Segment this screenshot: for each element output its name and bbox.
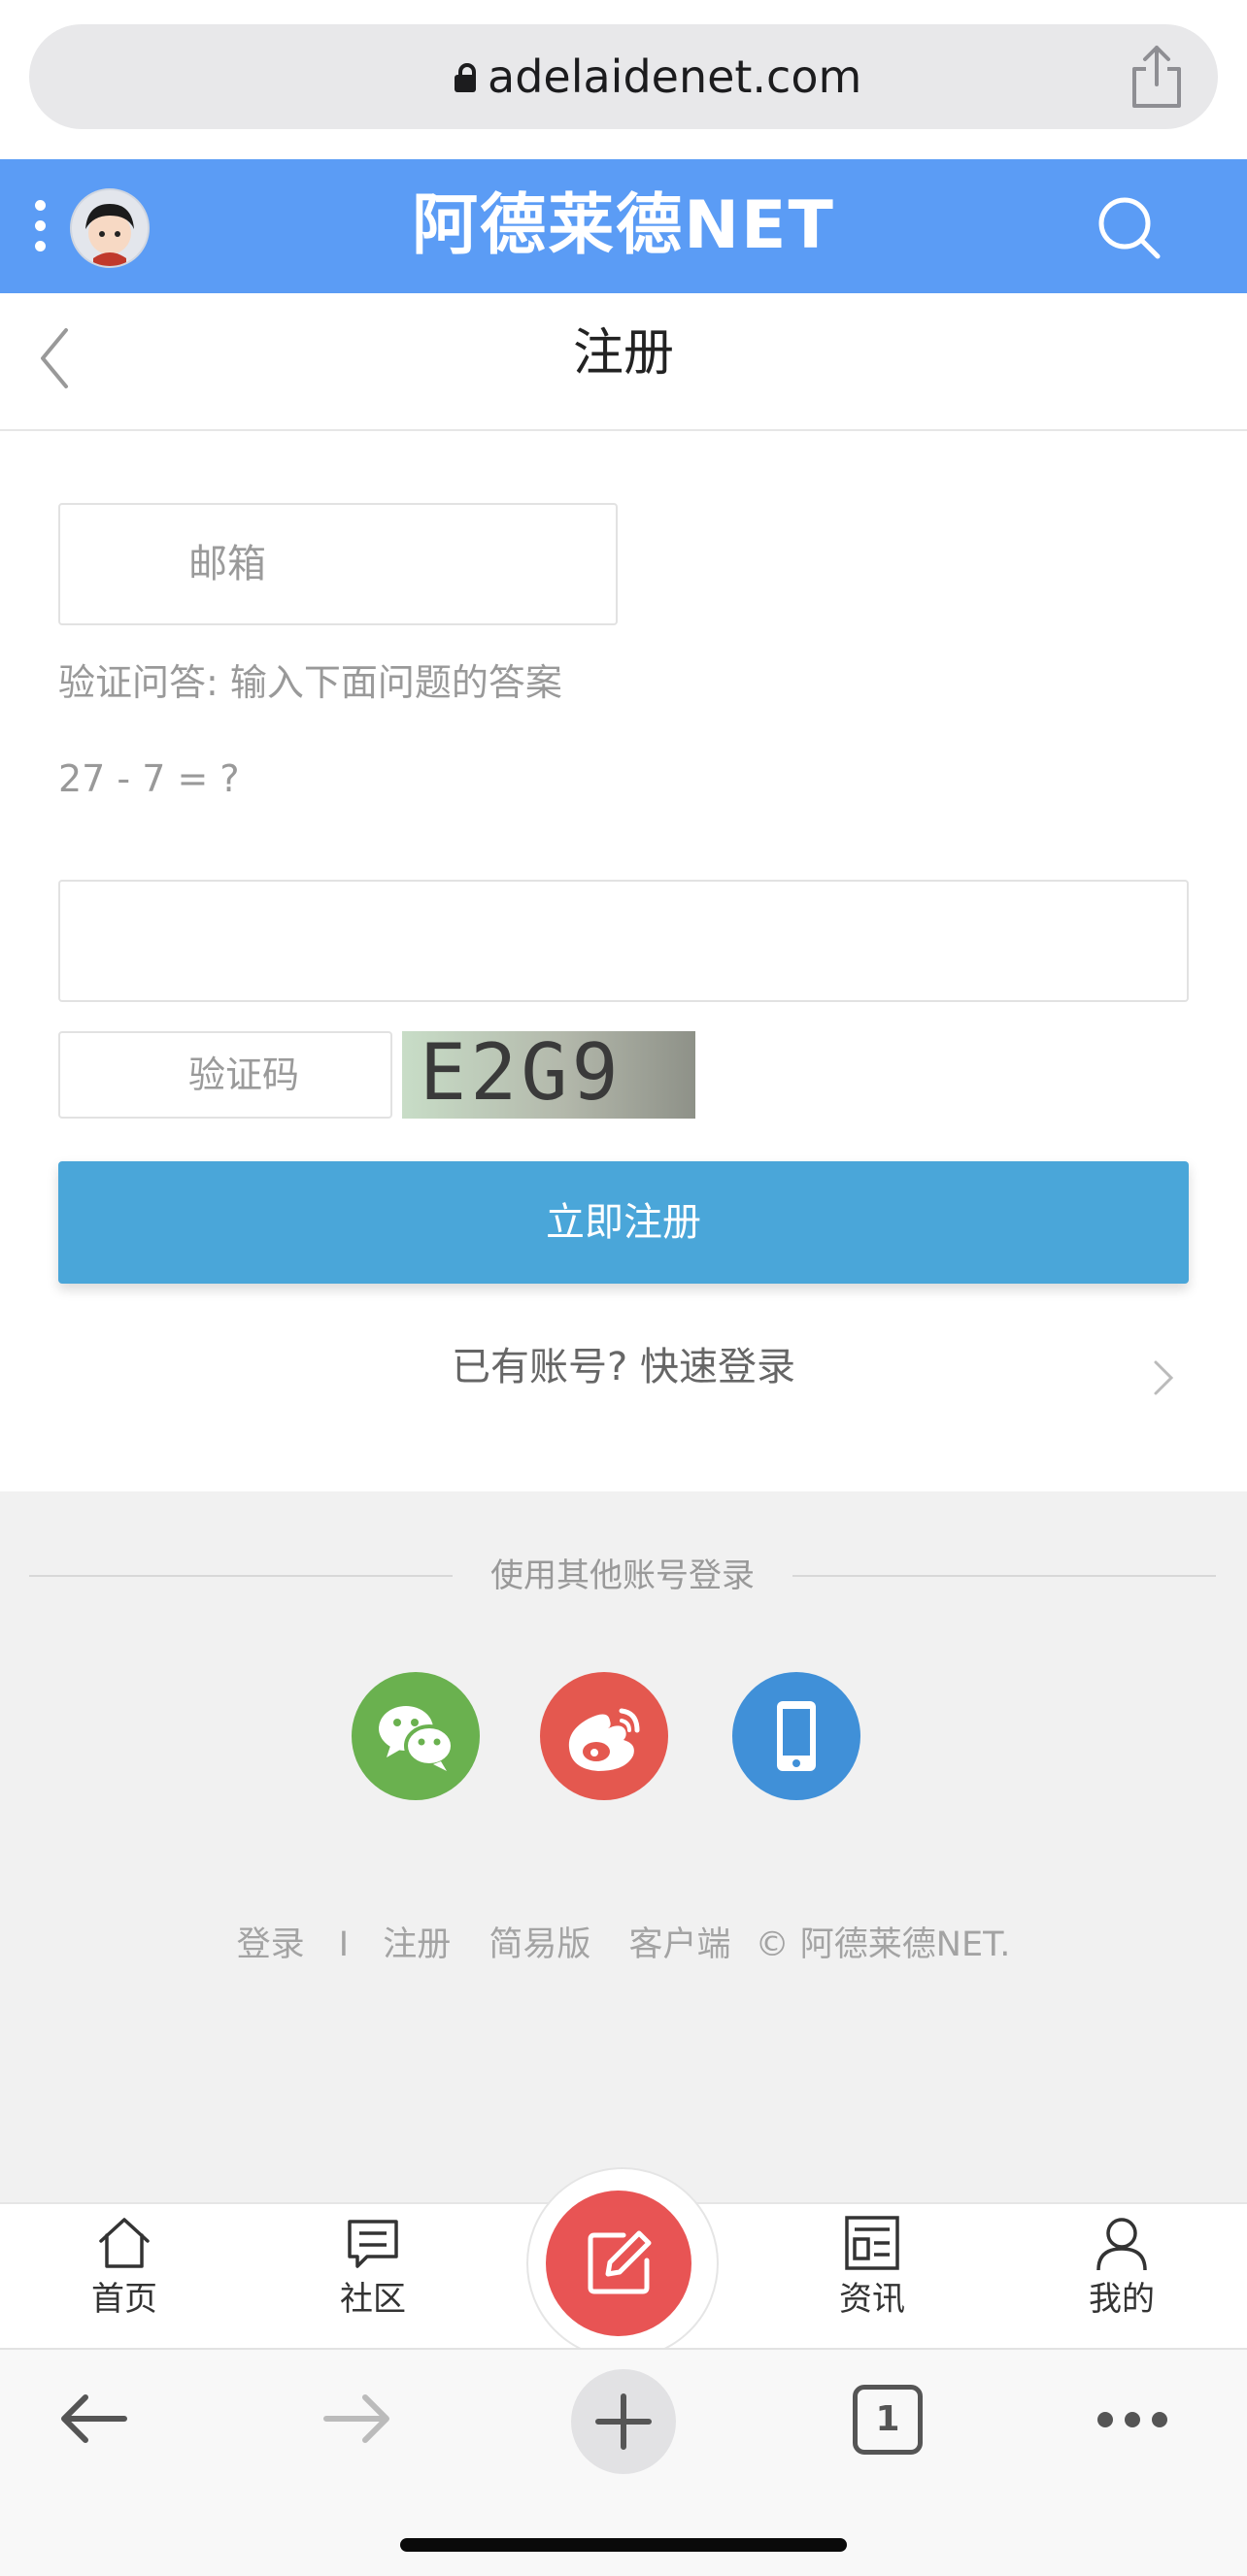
plus-icon — [595, 2393, 652, 2450]
phone-login-button[interactable] — [732, 1672, 860, 1800]
footer-separator: I — [338, 1925, 350, 1964]
chat-icon — [348, 2220, 398, 2268]
tab-me[interactable]: 我的 — [1054, 2214, 1190, 2340]
site-header: 阿德莱德NET — [0, 159, 1247, 293]
tab-me-label: 我的 — [1089, 2280, 1155, 2319]
tab-community-label: 社区 — [340, 2280, 406, 2319]
footer-register-link[interactable]: 注册 — [383, 1919, 451, 1971]
divider — [792, 1575, 1216, 1577]
post-button[interactable] — [546, 2191, 691, 2336]
tab-home[interactable]: 首页 — [56, 2214, 192, 2340]
page-title-bar: 注册 — [0, 293, 1247, 431]
more-options-icon[interactable] — [1095, 2408, 1169, 2431]
lock-icon — [455, 63, 476, 92]
chevron-right-icon — [1152, 1348, 1175, 1395]
home-indicator — [400, 2538, 847, 2552]
email-input[interactable] — [60, 505, 616, 623]
phone-icon — [777, 1701, 816, 1771]
footer-copyright: © 阿德莱德NET. — [755, 1925, 1011, 1964]
question-text: 27 - 7 = ? — [58, 757, 240, 800]
tab-community[interactable]: 社区 — [305, 2214, 441, 2340]
quick-login-label[interactable]: 已有账号? 快速登录 — [452, 1345, 795, 1389]
captcha-text: E2G9 — [420, 1031, 623, 1118]
edit-icon — [588, 2230, 652, 2294]
tab-news[interactable]: 资讯 — [804, 2214, 940, 2340]
answer-field[interactable] — [58, 880, 1189, 1002]
address-bar[interactable]: adelaidenet.com — [29, 24, 1218, 129]
footer-client-link[interactable]: 客户端 — [629, 1919, 731, 1971]
answer-input[interactable] — [60, 882, 1187, 1000]
captcha-image[interactable]: E2G9 — [402, 1031, 695, 1119]
divider — [29, 1575, 453, 1577]
page-title: 注册 — [572, 324, 674, 383]
new-tab-button[interactable] — [571, 2369, 676, 2474]
email-field[interactable] — [58, 503, 618, 625]
captcha-input[interactable] — [60, 1033, 390, 1117]
weibo-icon — [568, 1708, 640, 1771]
arrow-right-icon — [323, 2394, 389, 2443]
footer-links: 登录 I 注册 简易版 客户端 © 阿德莱德NET. — [0, 1919, 1247, 1971]
share-icon[interactable] — [1127, 44, 1187, 110]
tabs-button[interactable]: 1 — [853, 2385, 923, 2455]
quick-login-link[interactable]: 已有账号? 快速登录 — [0, 1330, 1247, 1404]
other-login-label: 使用其他账号登录 — [490, 1556, 755, 1595]
wechat-login-button[interactable] — [352, 1672, 480, 1800]
search-icon[interactable] — [1095, 194, 1163, 262]
news-icon — [845, 2216, 899, 2270]
register-button[interactable]: 立即注册 — [58, 1161, 1189, 1284]
question-hint: 验证问答: 输入下面问题的答案 — [58, 661, 562, 704]
browser-forward-button[interactable] — [320, 2389, 394, 2449]
captcha-field[interactable] — [58, 1031, 392, 1119]
site-brand[interactable]: 阿德莱德NET — [0, 159, 1247, 293]
footer-login-link[interactable]: 登录 — [237, 1919, 305, 1971]
user-icon — [1096, 2218, 1147, 2271]
wechat-icon — [379, 1706, 455, 1771]
tab-news-label: 资讯 — [839, 2280, 905, 2319]
browser-back-button[interactable] — [56, 2389, 130, 2449]
home-icon — [99, 2218, 150, 2268]
arrow-left-icon — [61, 2394, 127, 2443]
weibo-login-button[interactable] — [540, 1672, 668, 1800]
url-text[interactable]: adelaidenet.com — [488, 44, 861, 110]
tab-home-label: 首页 — [91, 2280, 157, 2319]
footer-lite-link[interactable]: 简易版 — [489, 1919, 590, 1971]
